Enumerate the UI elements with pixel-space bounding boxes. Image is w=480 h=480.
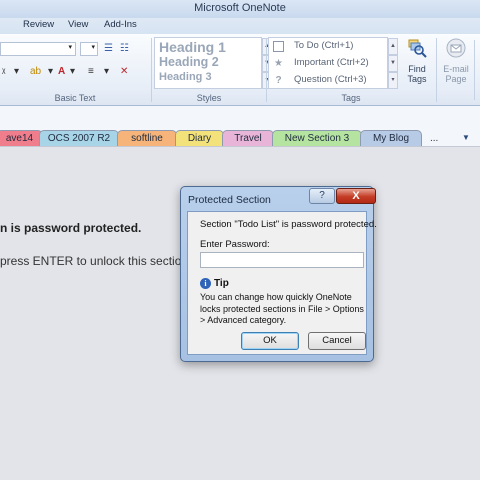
- tags-gallery: To Do (Ctrl+1) ★ Important (Ctrl+2) ? Qu…: [268, 37, 398, 89]
- tag-label: Important (Ctrl+2): [294, 57, 369, 68]
- title-bar: Microsoft OneNote: [0, 0, 480, 18]
- email-icon: [446, 38, 466, 58]
- tag-important[interactable]: ★ Important (Ctrl+2): [269, 55, 388, 72]
- chevron-down-icon[interactable]: ▾: [70, 66, 75, 77]
- clear-format-icon[interactable]: ᵡ: [2, 67, 5, 78]
- question-mark-icon: ?: [275, 75, 282, 86]
- chevron-down-icon[interactable]: ▾: [48, 66, 53, 77]
- highlighter-icon[interactable]: ab: [30, 66, 41, 77]
- font-name-box[interactable]: ▾: [0, 42, 76, 56]
- tag-label: Question (Ctrl+3): [294, 74, 367, 85]
- tip-title: Tip: [214, 278, 229, 289]
- dialog-message: Section "Todo List" is password protecte…: [200, 219, 377, 230]
- divider: [266, 38, 267, 102]
- section-tab-label: ave14: [5, 133, 34, 144]
- find-tags-label-2: Tags: [407, 74, 427, 84]
- gallery-up-button[interactable]: ▲: [388, 38, 398, 55]
- group-label-styles: Styles: [196, 93, 222, 103]
- password-input[interactable]: [200, 252, 364, 268]
- cancel-button[interactable]: Cancel: [308, 332, 366, 350]
- help-button[interactable]: ?: [309, 188, 335, 204]
- section-tab-label: New Section 3: [284, 133, 350, 144]
- tag-label: To Do (Ctrl+1): [294, 40, 354, 51]
- chevron-down-icon: ▼: [462, 133, 470, 142]
- ribbon-tab-bar: Review View Add-Ins: [0, 18, 480, 34]
- bullets-icon[interactable]: ☰: [104, 43, 113, 54]
- tag-question[interactable]: ? Question (Ctrl+3): [269, 72, 388, 89]
- gallery-more-button[interactable]: ▾: [388, 72, 398, 89]
- more-sections-button[interactable]: ... ▼: [426, 133, 476, 147]
- dialog-body: Section "Todo List" is password protecte…: [187, 211, 377, 355]
- section-tab-label: My Blog: [372, 133, 410, 144]
- ok-button[interactable]: OK: [241, 332, 299, 350]
- chevron-down-icon: ▾: [68, 44, 72, 51]
- email-page-label-1: E-mail: [443, 64, 469, 74]
- group-label-basic-text: Basic Text: [54, 93, 96, 103]
- styles-gallery: Heading 1 Heading 2 Heading 3 ▲ ▼ ▾: [154, 37, 272, 89]
- tip-text: You can change how quickly OneNote locks…: [200, 292, 364, 325]
- password-label: Enter Password:: [200, 239, 270, 250]
- section-tab-label: Travel: [234, 133, 262, 144]
- window-title: Microsoft OneNote: [194, 2, 286, 14]
- numbering-icon[interactable]: ☷: [120, 43, 129, 54]
- ribbon: ▾ ▾ ☰ ☷ ᵡ ▾ ab ▾ A ▾ ≡ ▾ ✕ Basic Text He…: [0, 34, 480, 106]
- find-tags-icon: [408, 39, 427, 58]
- font-size-box[interactable]: ▾: [80, 42, 98, 56]
- chevron-down-icon: ▾: [91, 44, 95, 51]
- align-icon[interactable]: ≡: [88, 66, 94, 77]
- clear-icon[interactable]: ✕: [120, 66, 128, 77]
- protected-section-dialog: Protected Section Section "Todo List" is…: [180, 186, 377, 362]
- star-icon: ★: [274, 58, 283, 69]
- tab-view[interactable]: View: [68, 19, 88, 30]
- ribbon-overflow: [474, 40, 480, 100]
- todo-checkbox-icon: [273, 41, 284, 52]
- section-tab-strip: ave14 OCS 2007 R2 softline Diary Travel …: [0, 106, 480, 148]
- section-tab-label: Diary: [187, 133, 212, 144]
- dialog-title: Protected Section: [188, 194, 271, 206]
- find-tags-button[interactable]: Find Tags: [403, 37, 431, 84]
- section-tab-label: softline: [131, 133, 163, 144]
- close-button[interactable]: X: [336, 188, 376, 204]
- tab-review[interactable]: Review: [23, 19, 54, 30]
- chevron-down-icon[interactable]: ▾: [104, 66, 109, 77]
- info-icon: i: [200, 278, 211, 289]
- unlock-instructions: press ENTER to unlock this section: [0, 254, 189, 268]
- find-tags-label-1: Find: [408, 64, 426, 74]
- style-heading-1[interactable]: Heading 1: [159, 39, 226, 55]
- email-page-label-2: Page: [445, 74, 467, 84]
- tag-todo[interactable]: To Do (Ctrl+1): [269, 38, 388, 55]
- style-heading-2[interactable]: Heading 2: [159, 55, 219, 69]
- font-color-icon[interactable]: A: [58, 66, 65, 77]
- chevron-down-icon[interactable]: ▾: [14, 66, 19, 77]
- style-heading-3[interactable]: Heading 3: [159, 71, 212, 83]
- group-label-tags: Tags: [341, 93, 361, 103]
- gallery-down-button[interactable]: ▼: [388, 55, 398, 72]
- tab-add-ins[interactable]: Add-Ins: [104, 19, 137, 30]
- divider: [436, 38, 437, 102]
- more-label: ...: [430, 133, 439, 144]
- protected-message: n is password protected.: [0, 221, 142, 235]
- section-tab-label: OCS 2007 R2: [47, 133, 111, 144]
- email-page-button[interactable]: E-mail Page: [440, 37, 472, 84]
